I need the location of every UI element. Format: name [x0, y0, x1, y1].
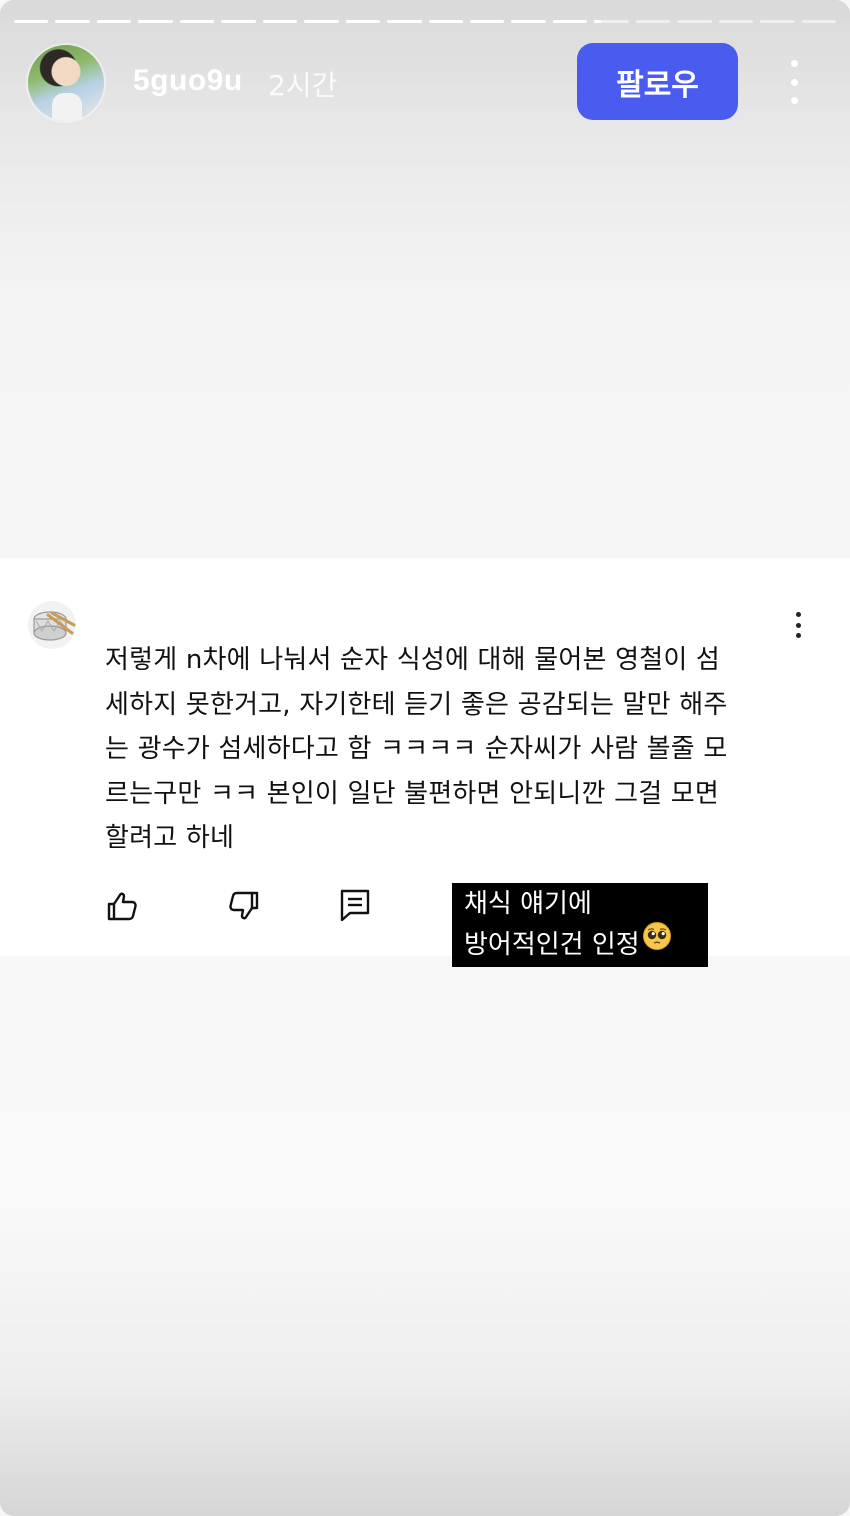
more-options-icon[interactable] — [784, 60, 804, 104]
story-progress-segment — [428, 20, 463, 23]
story-progress-segment — [96, 20, 132, 23]
reply-comment-icon[interactable] — [337, 888, 373, 924]
story-viewer: 5guo9u 2시간 팔로우 저렇게 n차에 나눠서 순자 식성에 대해 물어본… — [0, 0, 850, 1516]
sticker-line-2: 방어적인건 인정 — [464, 930, 640, 960]
story-progress-segment — [345, 20, 381, 23]
comment-more-icon[interactable] — [792, 612, 804, 638]
story-progress-segment — [304, 20, 339, 23]
story-progress-segment — [760, 20, 795, 23]
story-progress-segment — [469, 20, 505, 23]
post-time: 2시간 — [268, 69, 338, 102]
story-progress-segment — [801, 20, 837, 23]
story-progress-segment — [635, 20, 671, 23]
pleading-face-emoji-icon — [642, 921, 672, 964]
story-progress-segment — [55, 20, 90, 23]
story-progress-segment — [594, 20, 629, 23]
story-progress-segment — [718, 20, 754, 23]
username[interactable]: 5guo9u — [133, 64, 243, 98]
thumbs-up-icon[interactable] — [104, 888, 140, 924]
comment-text: 저렇게 n차에 나눠서 순자 식성에 대해 물어본 영철이 섬 세하지 못한거고… — [105, 645, 728, 853]
text-sticker[interactable]: 채식 얘기에 방어적인건 인정 — [452, 883, 708, 967]
story-progress-segment — [511, 20, 546, 23]
profile-avatar[interactable] — [28, 45, 104, 121]
story-progress-segment — [552, 20, 588, 23]
thumbs-down-icon[interactable] — [226, 888, 262, 924]
story-progress-segment — [138, 20, 173, 23]
story-progress-segment — [14, 20, 49, 23]
drum-icon — [28, 601, 76, 649]
follow-button[interactable]: 팔로우 — [577, 43, 738, 120]
sticker-line-1: 채식 얘기에 — [464, 889, 592, 919]
story-progress-segment — [179, 20, 215, 23]
story-progress-segment — [262, 20, 298, 23]
story-progress-segment — [677, 20, 712, 23]
story-progress-segment — [221, 20, 256, 23]
story-progress-bar — [14, 20, 837, 23]
story-progress-segment — [387, 20, 422, 23]
